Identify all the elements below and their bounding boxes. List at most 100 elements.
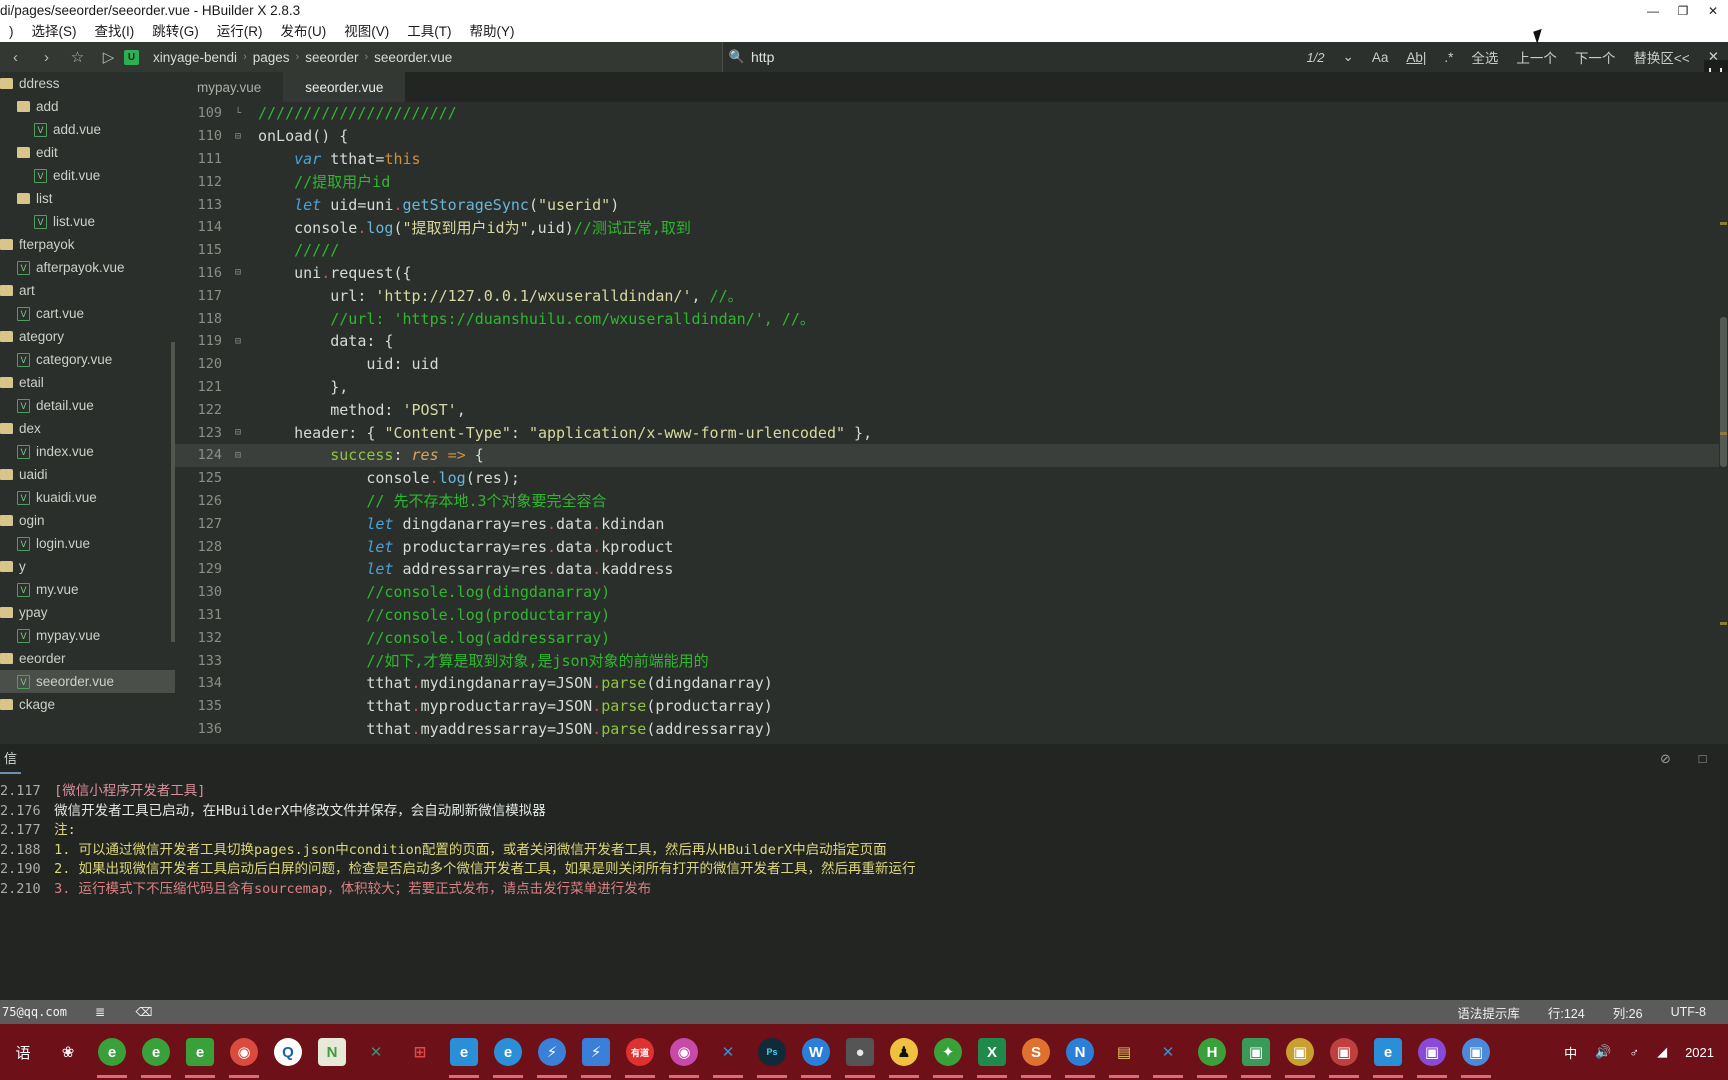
taskbar-flash-2-icon[interactable]: ⚡ xyxy=(577,1031,615,1078)
code-line[interactable]: 128 let productarray=res.data.kproduct xyxy=(175,535,1728,558)
console-log-list[interactable]: 2.117 [微信小程序开发者工具] 2.176 微信开发者工具已启动，在HBui… xyxy=(0,774,1728,900)
tree-folder-item[interactable]: ogin xyxy=(0,509,175,532)
tree-folder-item[interactable]: ategory xyxy=(0,325,175,348)
tree-file-item[interactable]: Vlogin.vue xyxy=(0,532,175,555)
code-editor[interactable]: 109 └ ////////////////////// 110 ⊟ onLoad() {… xyxy=(175,102,1728,744)
tree-file-item[interactable]: Vseeorder.vue xyxy=(0,670,175,693)
code-line[interactable]: 132 //console.log(addressarray) xyxy=(175,626,1728,649)
taskbar-app-5-icon[interactable]: ▣ xyxy=(1457,1031,1495,1078)
taskbar-excel-icon[interactable]: X xyxy=(973,1031,1011,1078)
menu-item-4[interactable]: 运行(R) xyxy=(208,21,272,42)
code-line[interactable]: 129 let addressarray=res.data.kaddress xyxy=(175,558,1728,581)
tree-file-item[interactable]: Vedit.vue xyxy=(0,164,175,187)
editor-tab[interactable]: seeorder.vue xyxy=(283,72,406,102)
run-icon[interactable]: ▷ xyxy=(93,42,124,72)
close-button[interactable]: ✕ xyxy=(1698,0,1728,21)
menu-item-5[interactable]: 发布(U) xyxy=(272,21,336,42)
code-line[interactable]: 136 tthat.myaddressarray=JSON.parse(addr… xyxy=(175,718,1728,741)
select-all-button[interactable]: 全选 xyxy=(1462,47,1507,67)
taskbar-photoshop-icon[interactable]: Ps xyxy=(753,1031,791,1078)
project-explorer[interactable]: ddress add Vadd.vue edit Vedit.vue list Vlist.… xyxy=(0,72,175,744)
syntax-library-label[interactable]: 语法提示库 xyxy=(1457,1003,1520,1022)
code-line[interactable]: 112 //提取用户id xyxy=(175,170,1728,193)
tray-network-icon[interactable]: ◢ xyxy=(1657,1044,1667,1060)
taskbar-folder-icon[interactable]: ▤ xyxy=(1105,1031,1143,1078)
tree-folder-item[interactable]: list xyxy=(0,187,175,210)
menu-item-6[interactable]: 视图(V) xyxy=(335,21,398,42)
menu-item-1[interactable]: 选择(S) xyxy=(23,21,86,42)
taskbar-app-3-icon[interactable]: ▣ xyxy=(1325,1031,1363,1078)
tray-clock-label[interactable]: 2021 xyxy=(1685,1045,1714,1060)
tree-folder-item[interactable]: fterpayok xyxy=(0,233,175,256)
encoding-label[interactable]: UTF-8 xyxy=(1671,1005,1706,1019)
search-history-dropdown-icon[interactable]: ⌄ xyxy=(1334,49,1363,65)
code-line[interactable]: 113 let uid=uni.getStorageSync("userid") xyxy=(175,193,1728,216)
code-line[interactable]: 123 ⊟ header: { "Content-Type": "applicat… xyxy=(175,421,1728,444)
find-next-button[interactable]: 下一个 xyxy=(1566,47,1625,67)
taskbar-edge-legacy-1-icon[interactable]: e xyxy=(93,1031,131,1078)
fold-toggle-icon[interactable]: └ xyxy=(230,108,246,119)
code-line[interactable]: 133 //如下,才算是取到对象,是json对象的前端能用的 xyxy=(175,649,1728,672)
code-line[interactable]: 118 //url: 'https://duanshuilu.com/wxuse… xyxy=(175,307,1728,330)
replace-area-button[interactable]: 替换区<< xyxy=(1624,47,1698,67)
code-line[interactable]: 111 var tthat=this xyxy=(175,148,1728,171)
tree-folder-item[interactable]: art xyxy=(0,279,175,302)
console-tab-message[interactable]: 信 xyxy=(0,744,22,774)
tree-folder-item[interactable]: edit xyxy=(0,141,175,164)
fold-toggle-icon[interactable]: ⊟ xyxy=(230,131,246,142)
taskbar-app-2-icon[interactable]: ▣ xyxy=(1281,1031,1319,1078)
breadcrumb-item-3[interactable]: seeorder.vue xyxy=(371,50,455,65)
breadcrumb-item-1[interactable]: pages xyxy=(250,50,293,65)
back-icon[interactable]: ‹ xyxy=(0,42,31,72)
taskbar-navicat-icon[interactable]: N xyxy=(1061,1031,1099,1078)
code-line[interactable]: 134 tthat.mydingdanarray=JSON.parse(ding… xyxy=(175,672,1728,695)
search-input[interactable]: http xyxy=(751,49,774,65)
taskbar-chrome-icon[interactable]: ◉ xyxy=(225,1031,263,1078)
taskbar-windows-store-icon[interactable]: ⊞ xyxy=(401,1031,439,1073)
taskbar-notepadpp-icon[interactable]: N xyxy=(313,1031,351,1073)
taskbar-wechat-icon[interactable]: ✦ xyxy=(929,1031,967,1078)
forward-icon[interactable]: › xyxy=(31,42,62,72)
code-line[interactable]: 117 url: 'http://127.0.0.1/wxuseralldind… xyxy=(175,284,1728,307)
outline-list-icon[interactable]: ≣ xyxy=(89,1004,111,1020)
taskbar-fan-icon[interactable]: ❀ xyxy=(49,1031,87,1073)
code-line[interactable]: 110 ⊟ onLoad() { xyxy=(175,125,1728,148)
taskbar-qq-browser-icon[interactable]: Q xyxy=(269,1031,307,1073)
editor-tab[interactable]: mypay.vue xyxy=(175,72,284,102)
code-line[interactable]: 124 ⊟ success: res => { xyxy=(175,443,1728,467)
taskbar-app-1-icon[interactable]: ▣ xyxy=(1237,1031,1275,1078)
tree-folder-item[interactable]: ypay xyxy=(0,601,175,624)
cursor-line-label[interactable]: 行:124 xyxy=(1548,1003,1585,1022)
menu-item-2[interactable]: 查找(I) xyxy=(86,21,144,42)
start-button[interactable]: 语 xyxy=(0,1024,46,1080)
cursor-column-label[interactable]: 列:26 xyxy=(1613,1003,1643,1022)
taskbar-hbuilder-icon[interactable]: H xyxy=(1193,1031,1231,1078)
taskbar-sougou-icon[interactable]: S xyxy=(1017,1031,1055,1078)
stop-console-icon[interactable]: □ xyxy=(1695,751,1710,766)
code-line[interactable]: 120 uid: uid xyxy=(175,353,1728,376)
taskbar-vscode-2-icon[interactable]: ✕ xyxy=(709,1031,747,1078)
code-line[interactable]: 109 └ ////////////////////// xyxy=(175,102,1728,125)
taskbar-qq-icon[interactable]: ♟ xyxy=(885,1031,923,1078)
tree-folder-item[interactable]: ckage xyxy=(0,693,175,716)
code-line[interactable]: 115 ///// xyxy=(175,239,1728,262)
taskbar-flash-1-icon[interactable]: ⚡ xyxy=(533,1031,571,1078)
code-line[interactable]: 114 console.log("提取到用户id为",uid)//测试正常,取到 xyxy=(175,216,1728,239)
tray-volume-icon[interactable]: 🔊 xyxy=(1595,1044,1611,1060)
taskbar-vscode-3-icon[interactable]: ✕ xyxy=(1149,1031,1187,1078)
code-line[interactable]: 126 // 先不存本地.3个对象要完全容合 xyxy=(175,490,1728,513)
taskbar-user-icon[interactable]: ● xyxy=(841,1031,879,1078)
taskbar-edge-legacy-3-icon[interactable]: e xyxy=(181,1031,219,1078)
regex-toggle[interactable]: .* xyxy=(1435,50,1462,65)
code-line[interactable]: 121 }, xyxy=(175,376,1728,399)
tree-folder-item[interactable]: etail xyxy=(0,371,175,394)
tree-file-item[interactable]: Vadd.vue xyxy=(0,118,175,141)
breadcrumb-item-0[interactable]: xinyage-bendi xyxy=(150,50,240,65)
tree-folder-item[interactable]: add xyxy=(0,95,175,118)
favorite-star-icon[interactable]: ☆ xyxy=(62,42,93,72)
account-email[interactable]: 75@qq.com xyxy=(0,1005,67,1019)
taskbar-edge-2-icon[interactable]: e xyxy=(489,1031,527,1078)
code-line[interactable]: 122 method: 'POST', xyxy=(175,398,1728,421)
tree-folder-item[interactable]: y xyxy=(0,555,175,578)
tree-file-item[interactable]: Vcategory.vue xyxy=(0,348,175,371)
